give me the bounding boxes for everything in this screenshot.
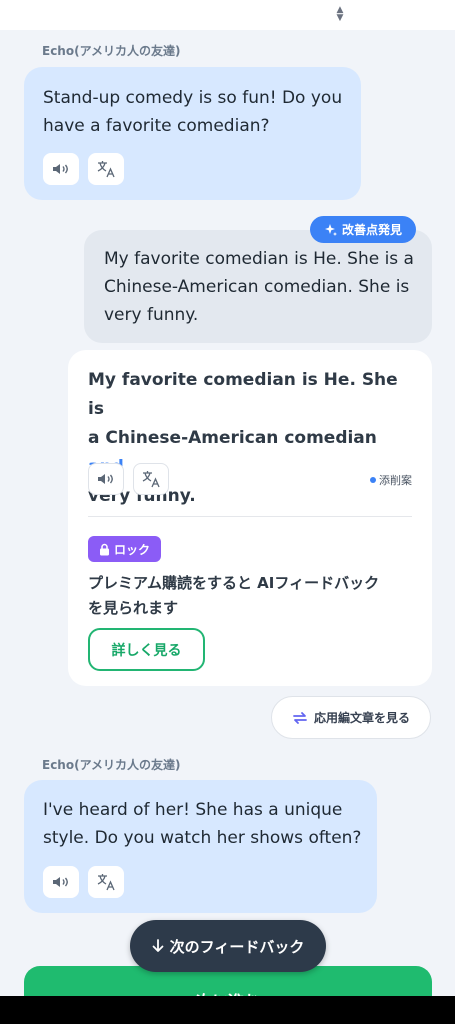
applied-sentence-button[interactable]: 応用編文章を見る <box>271 696 431 739</box>
user-message-text: My favorite comedian is He. She is a Chi… <box>104 245 414 329</box>
play-audio-button[interactable] <box>43 866 79 898</box>
sparkle-icon <box>324 223 337 236</box>
premium-message: プレミアム購読をすると AIフィードバック を見られます <box>88 571 418 621</box>
applied-sentence-label: 応用編文章を見る <box>313 711 410 725</box>
speaker-icon <box>53 164 68 174</box>
message-sender: Echo(アメリカ人の友達) <box>42 758 181 772</box>
message-line: have a favorite comedian? <box>43 116 270 136</box>
play-audio-button[interactable] <box>43 153 79 185</box>
speaker-icon <box>53 877 68 887</box>
translate-icon <box>97 161 115 178</box>
message-line: I've heard of her! She has a unique <box>43 800 343 820</box>
top-bar: ▲ ▼ <box>0 0 455 30</box>
message-line: Stand-up comedy is so fun! Do you <box>43 88 343 108</box>
premium-line: プレミアム購読をすると AIフィードバック <box>88 574 380 592</box>
translate-icon <box>142 471 160 488</box>
corrected-segment: a Chinese-American comedian <box>88 428 377 448</box>
play-correction-audio-button[interactable] <box>88 463 124 495</box>
speaker-icon <box>98 474 113 484</box>
card-divider <box>88 516 412 517</box>
message-line: My favorite comedian is He. She is a <box>104 249 414 269</box>
message-sender: Echo(アメリカ人の友達) <box>42 44 181 58</box>
translate-correction-button[interactable] <box>133 463 169 495</box>
revision-label: 添削案 <box>370 472 412 488</box>
translate-icon <box>97 874 115 891</box>
message-line: very funny. <box>104 305 199 325</box>
message-line: Chinese-American comedian. She is <box>104 277 410 297</box>
lock-icon <box>99 543 109 555</box>
revision-label-text: 添削案 <box>379 474 412 487</box>
message-text: Stand-up comedy is so fun! Do you have a… <box>43 84 342 140</box>
premium-line: を見られます <box>88 599 179 617</box>
lock-badge: ロック <box>88 536 161 562</box>
message-text: I've heard of her! She has a unique styl… <box>43 796 361 852</box>
translate-button[interactable] <box>88 153 124 185</box>
revision-dot-icon <box>370 477 376 483</box>
arrow-down-icon <box>152 939 164 952</box>
system-navigation-bar <box>0 996 455 1024</box>
lock-badge-label: ロック <box>113 542 150 557</box>
improvement-badge-label: 改善点発見 <box>341 223 402 237</box>
next-feedback-button[interactable]: 次のフィードバック <box>130 920 326 972</box>
message-line: style. Do you watch her shows often? <box>43 828 362 848</box>
see-details-button[interactable]: 詳しく見る <box>88 628 205 671</box>
scroll-caret-icon[interactable]: ▲ ▼ <box>334 6 346 23</box>
translate-button[interactable] <box>88 866 124 898</box>
corrected-line: My favorite comedian is He. She is <box>88 370 398 419</box>
swap-icon <box>293 711 307 724</box>
next-feedback-label: 次のフィードバック <box>169 937 305 956</box>
improvement-badge[interactable]: 改善点発見 <box>310 216 416 243</box>
